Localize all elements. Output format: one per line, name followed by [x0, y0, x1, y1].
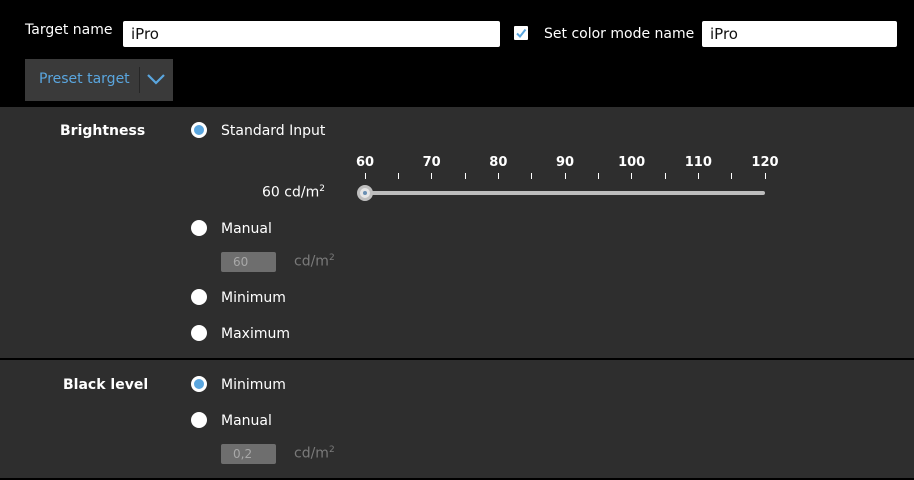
- black-level-manual-unit: cd/m2: [294, 445, 335, 462]
- preset-target-button[interactable]: Preset target: [25, 59, 173, 101]
- slider-tick: [731, 173, 733, 179]
- maximum-label: Maximum: [221, 326, 290, 342]
- preset-divider: [139, 67, 140, 93]
- black-level-title: Black level: [63, 377, 149, 393]
- color-mode-name-input[interactable]: iPro: [702, 21, 897, 47]
- slider-tick-label: 110: [684, 155, 712, 170]
- radio-minimum[interactable]: [191, 289, 207, 305]
- slider-tick-label: 100: [618, 155, 646, 170]
- target-name-label: Target name: [25, 22, 113, 38]
- slider-tick: [631, 173, 633, 179]
- slider-value-label: 60 cd/m2: [262, 184, 325, 201]
- check-icon: [516, 28, 527, 39]
- black-manual-label: Manual: [221, 413, 272, 429]
- black-level-manual-input[interactable]: 0,2: [221, 444, 276, 464]
- slider-thumb[interactable]: [357, 185, 373, 201]
- slider-tick: [697, 173, 699, 179]
- slider-tick-label: 80: [489, 155, 508, 170]
- brightness-manual-unit: cd/m2: [294, 253, 335, 270]
- slider-tick: [464, 173, 466, 179]
- slider-tick: [497, 173, 499, 179]
- brightness-title: Brightness: [60, 123, 146, 139]
- radio-black-manual[interactable]: [191, 412, 207, 428]
- slider-tick: [397, 173, 399, 179]
- slider-tick-label: 70: [422, 155, 441, 170]
- minimum-label: Minimum: [221, 290, 286, 306]
- set-color-mode-label: Set color mode name: [544, 26, 695, 42]
- slider-tick-label: 90: [555, 155, 575, 170]
- radio-manual[interactable]: [191, 220, 207, 236]
- manual-label: Manual: [221, 221, 272, 237]
- brightness-manual-input[interactable]: 60: [221, 252, 276, 272]
- slider-track[interactable]: [365, 191, 765, 195]
- radio-maximum[interactable]: [191, 325, 207, 341]
- chevron-down-icon[interactable]: [146, 72, 166, 86]
- preset-target-label: Preset target: [39, 71, 130, 87]
- slider-tick: [597, 173, 599, 179]
- slider-tick: [531, 173, 533, 179]
- slider-tick: [564, 173, 566, 179]
- slider-tick-label: 60: [355, 155, 375, 170]
- brightness-panel: [0, 107, 914, 358]
- target-name-input[interactable]: iPro: [123, 21, 500, 47]
- radio-black-minimum[interactable]: [191, 376, 207, 392]
- standard-input-label: Standard Input: [221, 123, 326, 139]
- set-color-mode-checkbox[interactable]: [514, 26, 528, 40]
- radio-standard-input[interactable]: [191, 122, 207, 138]
- slider-tick: [764, 173, 766, 179]
- black-minimum-label: Minimum: [221, 377, 286, 393]
- slider-tick: [664, 173, 666, 179]
- slider-tick-label: 120: [751, 155, 779, 170]
- slider-tick: [364, 173, 366, 179]
- slider-tick: [431, 173, 433, 179]
